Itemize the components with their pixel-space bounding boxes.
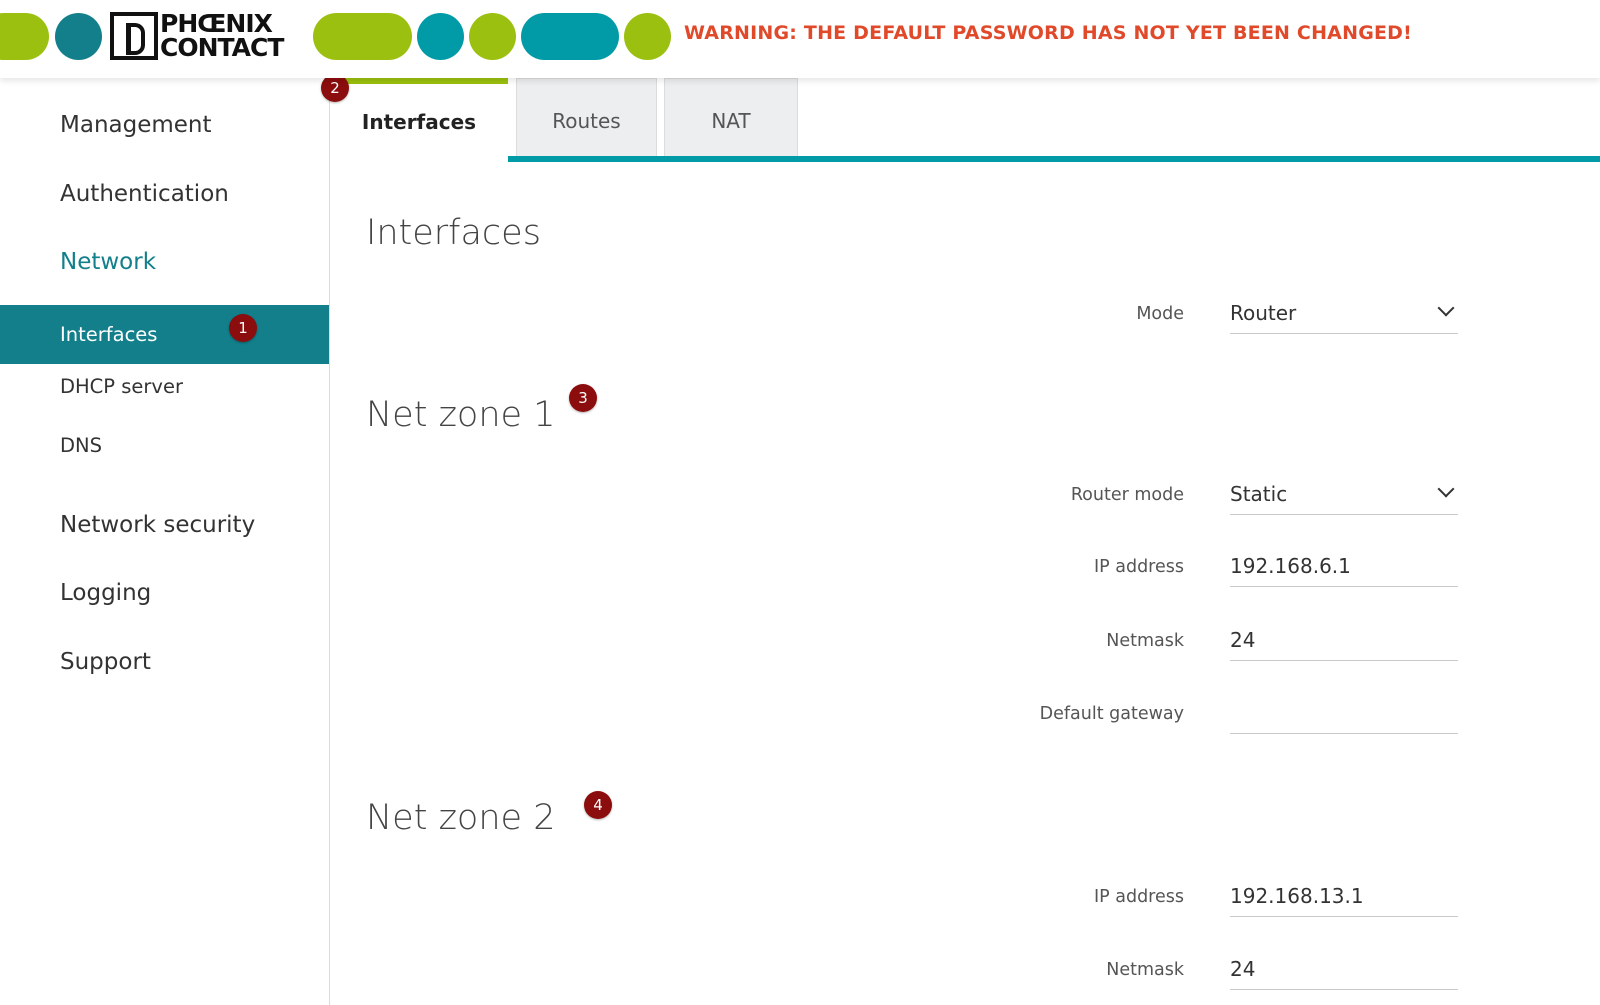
zone1-ip-address-label: IP address xyxy=(1093,557,1184,577)
sidebar-navigation: Management Authentication Network Interf… xyxy=(0,78,330,1005)
brand-stripe-green-3 xyxy=(469,13,516,60)
sidebar-item-dhcp-server[interactable]: DHCP server xyxy=(0,375,329,398)
router-mode-label: Router mode xyxy=(1070,485,1184,505)
tab-routes[interactable]: Routes xyxy=(516,78,657,158)
callout-badge-1: 1 xyxy=(229,314,257,342)
brand-stripe-teal-2 xyxy=(417,13,464,60)
sidebar-item-network[interactable]: Network xyxy=(0,249,329,275)
sidebar-item-interfaces-label: Interfaces xyxy=(60,323,158,346)
top-header: PHŒNIX CONTACT WARNING: THE DEFAULT PASS… xyxy=(0,0,1600,78)
zone2-netmask-input[interactable]: 24 xyxy=(1230,952,1458,990)
brand-stripe-green-1 xyxy=(0,13,49,60)
sidebar-item-logging[interactable]: Logging xyxy=(0,580,329,606)
tab-nat[interactable]: NAT xyxy=(664,78,798,158)
default-gateway-label: Default gateway xyxy=(1039,704,1184,724)
net-zone-1-title: Net zone 1 xyxy=(366,395,556,435)
zone1-netmask-input[interactable]: 24 xyxy=(1230,623,1458,661)
net-zone-2-title: Net zone 2 xyxy=(366,798,556,838)
router-mode-select-value: Static xyxy=(1230,482,1288,506)
default-password-warning: WARNING: THE DEFAULT PASSWORD HAS NOT YE… xyxy=(684,22,1412,44)
mode-select-value: Router xyxy=(1230,301,1297,325)
page-title: Interfaces xyxy=(366,213,541,253)
sidebar-item-network-security[interactable]: Network security xyxy=(0,512,329,538)
brand-stripe-green-4 xyxy=(624,13,671,60)
brand-stripe-green-2 xyxy=(313,13,412,60)
zone2-netmask-label: Netmask xyxy=(1106,960,1184,980)
zone1-ip-address-input[interactable]: 192.168.6.1 xyxy=(1230,549,1458,587)
brand-stripe-teal-1 xyxy=(55,13,102,60)
callout-badge-2: 2 xyxy=(321,74,349,102)
zone2-ip-address-label: IP address xyxy=(1093,887,1184,907)
mode-label: Mode xyxy=(1136,304,1184,324)
sidebar-item-support[interactable]: Support xyxy=(0,649,329,675)
router-mode-select[interactable]: Static xyxy=(1230,477,1458,515)
logo-text-line2: CONTACT xyxy=(160,33,284,62)
brand-stripe-teal-3 xyxy=(521,13,619,60)
chevron-down-icon xyxy=(1437,480,1455,498)
chevron-down-icon xyxy=(1437,299,1455,317)
mode-select[interactable]: Router xyxy=(1230,296,1458,334)
phoenix-contact-logo: PHŒNIX CONTACT xyxy=(110,11,306,62)
sidebar-item-management[interactable]: Management xyxy=(0,112,329,138)
zone1-netmask-label: Netmask xyxy=(1106,631,1184,651)
callout-badge-4: 4 xyxy=(584,791,612,819)
sidebar-item-interfaces[interactable]: Interfaces xyxy=(0,305,329,364)
tab-bar-underline xyxy=(508,156,1600,162)
zone2-ip-address-input[interactable]: 192.168.13.1 xyxy=(1230,879,1458,917)
callout-badge-3: 3 xyxy=(569,384,597,412)
sidebar-item-authentication[interactable]: Authentication xyxy=(0,181,329,207)
tab-interfaces[interactable]: Interfaces xyxy=(330,78,508,158)
logo-mark-icon xyxy=(110,12,158,60)
default-gateway-input[interactable] xyxy=(1230,696,1458,734)
sidebar-item-dns[interactable]: DNS xyxy=(0,434,329,457)
